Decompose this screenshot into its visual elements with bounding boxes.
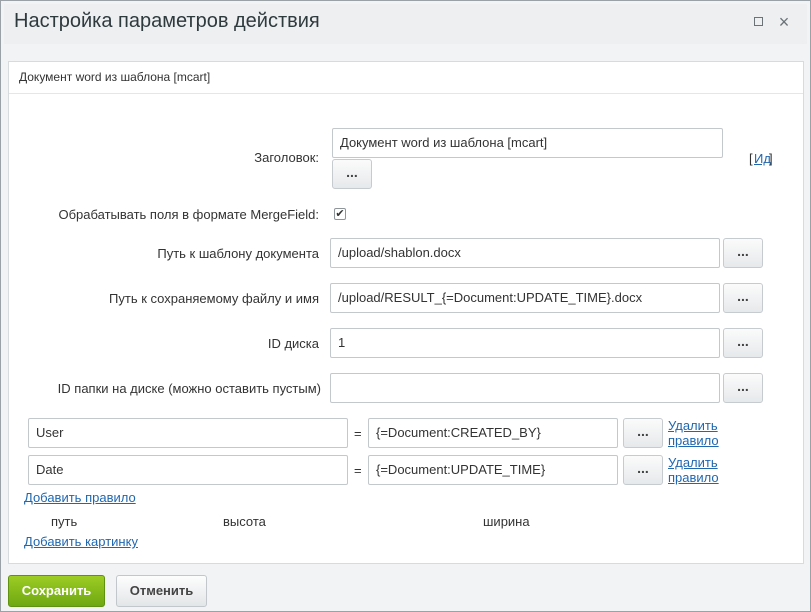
mergefield-checkbox[interactable]: ✔ xyxy=(334,208,346,220)
dialog-title: Настройка параметров действия xyxy=(14,10,320,32)
template-path-input[interactable]: /upload/shablon.docx xyxy=(330,238,720,268)
save-path-dots-button[interactable]: ... xyxy=(723,283,763,313)
rule-delete-line1: Удалить xyxy=(668,455,718,470)
rule-name-input[interactable]: Date xyxy=(28,455,348,485)
rule-dots-button[interactable]: ... xyxy=(623,418,663,448)
image-width-column-header: ширина xyxy=(483,514,530,529)
id-bracket-right: ] xyxy=(769,151,773,166)
id-bracket-left: [ xyxy=(749,151,753,166)
disk-id-dots-button[interactable]: ... xyxy=(723,328,763,358)
maximize-icon[interactable] xyxy=(750,13,766,31)
template-path-dots-button[interactable]: ... xyxy=(723,238,763,268)
add-image-link[interactable]: Добавить картинку xyxy=(24,534,138,549)
disk-id-label: ID диска xyxy=(267,336,319,351)
image-height-column-header: высота xyxy=(223,514,266,529)
rule-value-input[interactable]: {=Document:UPDATE_TIME} xyxy=(368,455,618,485)
folder-id-label: ID папки на диске (можно оставить пустым… xyxy=(57,381,321,396)
heading-dots-button[interactable]: ... xyxy=(332,159,372,189)
rule-delete-line2: правило xyxy=(668,470,719,485)
rule-delete-link[interactable]: Удалить правило xyxy=(668,455,719,485)
folder-id-input[interactable] xyxy=(330,373,720,403)
cancel-button[interactable]: Отменить xyxy=(116,575,207,607)
save-button[interactable]: Сохранить xyxy=(8,575,105,607)
folder-id-dots-button[interactable]: ... xyxy=(723,373,763,403)
settings-dialog: Настройка параметров действия × Документ… xyxy=(0,0,811,612)
rule-equals-sign: = xyxy=(354,463,362,478)
rule-name-input[interactable]: User xyxy=(28,418,348,448)
rule-delete-line1: Удалить xyxy=(668,418,718,433)
rule-value-input[interactable]: {=Document:CREATED_BY} xyxy=(368,418,618,448)
subtitle-bar: Документ word из шаблона [mcart] xyxy=(9,62,803,94)
rule-delete-link[interactable]: Удалить правило xyxy=(668,418,719,448)
rule-dots-button[interactable]: ... xyxy=(623,455,663,485)
rule-delete-line2: правило xyxy=(668,433,719,448)
save-path-input[interactable]: /upload/RESULT_{=Document:UPDATE_TIME}.d… xyxy=(330,283,720,313)
close-icon[interactable]: × xyxy=(776,13,792,31)
heading-input[interactable]: Документ word из шаблона [mcart] xyxy=(332,128,723,158)
mergefield-label: Обрабатывать поля в формате MergeField: xyxy=(58,207,319,222)
image-path-column-header: путь xyxy=(51,514,78,529)
save-path-label: Путь к сохраняемому файлу и имя xyxy=(109,291,319,306)
template-path-label: Путь к шаблону документа xyxy=(157,246,319,261)
rule-equals-sign: = xyxy=(354,426,362,441)
heading-label: Заголовок: xyxy=(254,150,319,165)
disk-id-input[interactable]: 1 xyxy=(330,328,720,358)
action-subtitle: Документ word из шаблона [mcart] xyxy=(19,70,211,84)
dialog-titlebar[interactable]: Настройка параметров действия × xyxy=(4,4,807,44)
add-rule-link[interactable]: Добавить правило xyxy=(24,490,136,505)
